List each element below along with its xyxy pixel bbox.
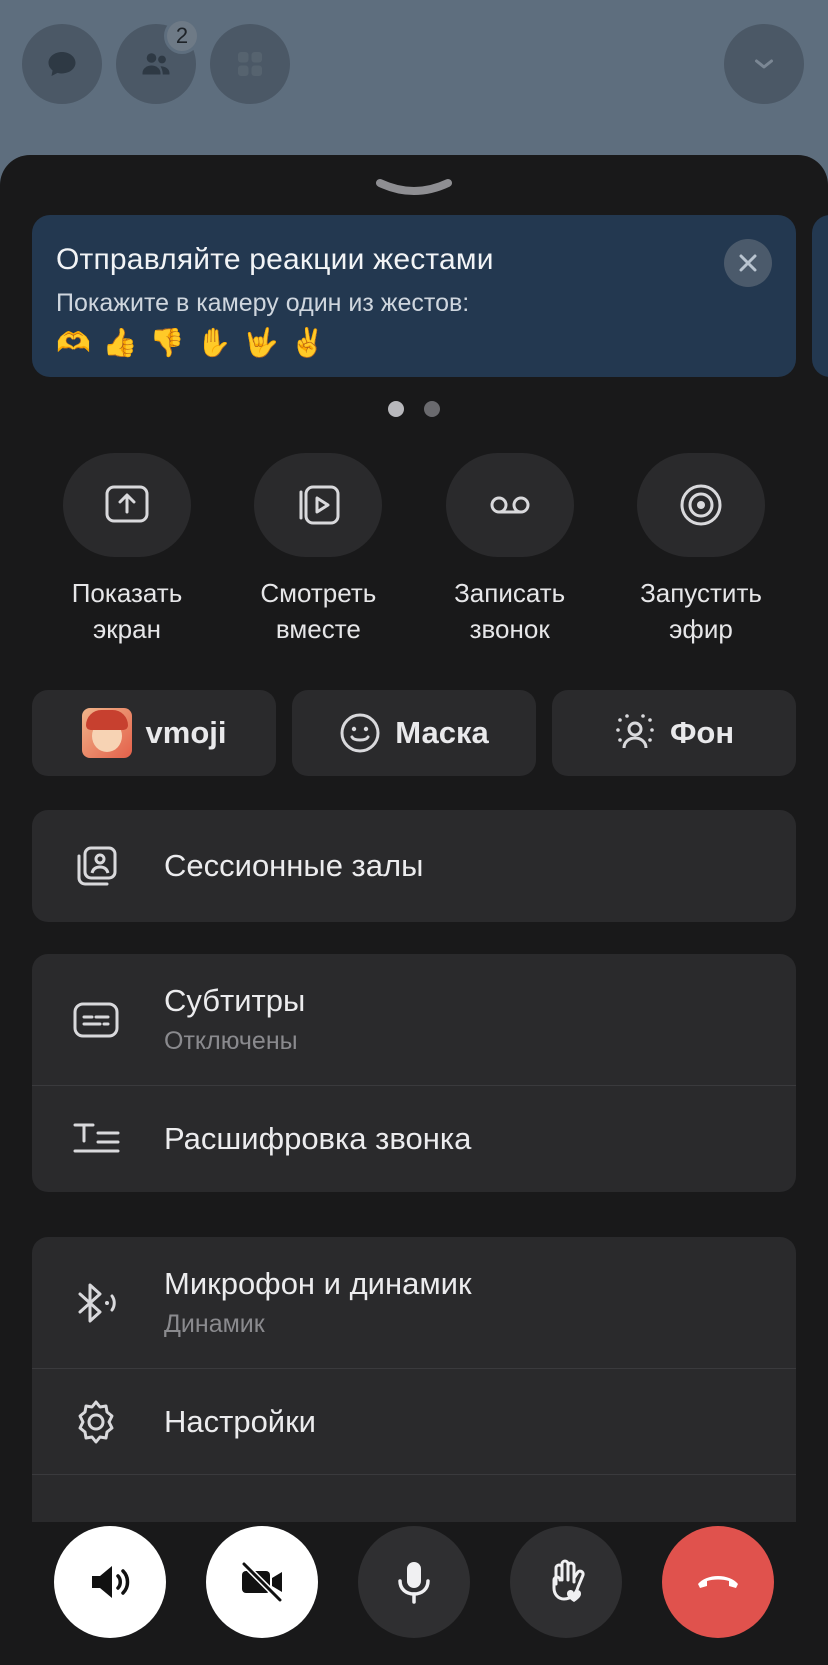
speaker-button[interactable] <box>54 1526 166 1638</box>
vmoji-avatar <box>81 708 132 758</box>
breakout-rooms-icon <box>72 842 120 890</box>
subtitles-status: Отключены <box>164 1027 298 1055</box>
page-dot-active <box>388 401 404 417</box>
watch-together-button[interactable] <box>254 453 383 557</box>
banner-close-button[interactable] <box>724 239 772 287</box>
watch-together-action[interactable]: Смотреть вместе <box>223 453 413 647</box>
gear-icon <box>72 1398 120 1446</box>
breakout-rooms-item[interactable]: Сессионные залы <box>32 810 796 922</box>
call-controls <box>0 1522 828 1665</box>
banner-title: Отправляйте реакции жестами <box>56 243 494 276</box>
bluetooth-speaker-icon <box>72 1279 120 1327</box>
speaker-icon <box>92 1566 130 1598</box>
record-call-label: Записать звонок <box>454 578 566 644</box>
background-button[interactable]: Фон <box>552 690 796 776</box>
participants-count-badge: 2 <box>164 18 200 54</box>
subtitles-icon <box>72 996 120 1044</box>
mask-button[interactable]: Маска <box>292 690 536 776</box>
banner-page-indicator <box>0 401 828 417</box>
transcript-item[interactable]: Расшифровка звонка <box>32 1086 796 1192</box>
microphone-icon <box>398 1562 430 1604</box>
participants-icon <box>142 53 170 75</box>
effects-pills: vmoji Маска Фон <box>32 690 796 776</box>
next-banner-peek[interactable] <box>812 215 828 377</box>
share-screen-button[interactable] <box>63 453 191 557</box>
record-call-button[interactable] <box>445 453 574 557</box>
banner-text: Покажите в камеру один из жестов: <box>56 289 470 317</box>
camera-off-icon <box>241 1561 283 1603</box>
collapse-button[interactable] <box>724 24 804 104</box>
captions-card: Субтитры Отключены Расшифровка звонка <box>32 954 796 1192</box>
watch-together-icon <box>299 485 340 525</box>
call-menu-sheet: Отправляйте реакции жестами Покажите в к… <box>0 155 828 1665</box>
raise-hand-icon <box>552 1559 585 1602</box>
page-dot <box>424 401 440 417</box>
broadcast-icon <box>680 484 722 526</box>
chat-icon <box>48 52 76 76</box>
subtitles-title: Субтитры <box>164 983 306 1018</box>
audio-devices-status: Динамик <box>164 1310 265 1338</box>
background-label: Фон <box>669 715 735 750</box>
chevron-down-icon <box>755 59 773 69</box>
record-call-action[interactable]: Записать звонок <box>415 453 605 647</box>
breakout-rooms-label: Сессионные залы <box>164 848 424 883</box>
settings-item[interactable]: Настройки <box>32 1369 796 1474</box>
vmoji-button[interactable]: vmoji <box>32 690 276 776</box>
share-screen-action[interactable]: Показать экран <box>32 453 222 647</box>
smile-icon <box>340 713 380 753</box>
audio-devices-title: Микрофон и динамик <box>164 1266 472 1301</box>
share-screen-icon <box>105 485 149 523</box>
close-icon <box>739 254 757 272</box>
transcript-label: Расшифровка звонка <box>164 1121 472 1156</box>
top-bar: 2 <box>0 0 828 160</box>
start-broadcast-action[interactable]: Запустить эфир <box>606 453 796 647</box>
gesture-emojis: 🫶👍👎✋🤟✌️ <box>56 327 338 358</box>
voicemail-record-icon <box>490 496 530 514</box>
quick-actions: Показать экран Смотреть вместе Записать зво… <box>32 453 796 647</box>
vmoji-label: vmoji <box>145 715 227 750</box>
hang-up-icon <box>698 1576 738 1588</box>
sheet-grabber-icon[interactable] <box>374 175 454 201</box>
start-broadcast-button[interactable] <box>636 453 765 557</box>
divider <box>32 1474 796 1475</box>
subtitles-item[interactable]: Субтитры Отключены <box>32 954 796 1085</box>
participants-button[interactable]: 2 <box>116 18 200 104</box>
raise-hand-button[interactable] <box>510 1526 622 1638</box>
camera-toggle-button[interactable] <box>206 1526 318 1638</box>
gesture-reactions-banner: Отправляйте реакции жестами Покажите в к… <box>32 215 796 377</box>
background-blur-icon <box>616 714 654 749</box>
chat-button[interactable] <box>22 24 102 104</box>
mask-label: Маска <box>395 715 489 750</box>
grid-icon <box>238 52 262 76</box>
microphone-button[interactable] <box>358 1526 470 1638</box>
sessions-card: Сессионные залы <box>32 810 796 922</box>
end-call-button[interactable] <box>662 1526 774 1638</box>
layout-grid-button[interactable] <box>210 24 290 104</box>
share-screen-label: Показать экран <box>71 578 183 644</box>
audio-devices-item[interactable]: Микрофон и динамик Динамик <box>32 1237 796 1368</box>
settings-label: Настройки <box>164 1403 317 1439</box>
watch-together-label: Смотреть вместе <box>260 578 377 644</box>
start-broadcast-label: Запустить эфир <box>640 578 762 644</box>
transcript-icon <box>72 1115 120 1163</box>
